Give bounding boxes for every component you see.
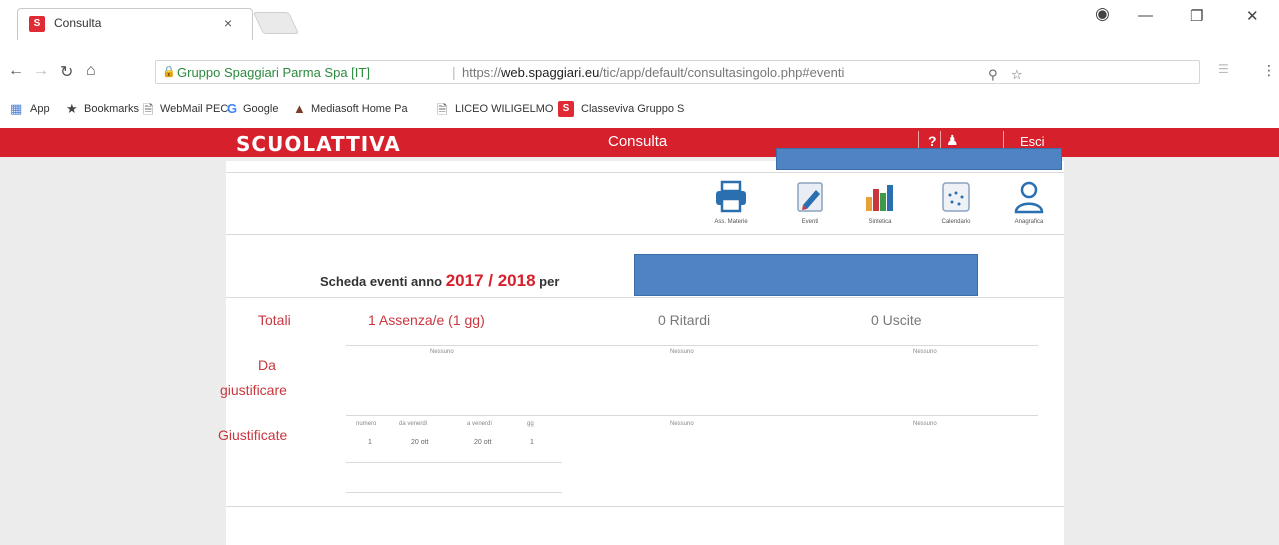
tab-title: Consulta <box>54 16 102 30</box>
page-icon: 🗎 <box>437 102 448 117</box>
bookmark-bookmarks[interactable]: Bookmarks <box>84 103 139 115</box>
da-giustificare-uscite: Nessuno <box>913 349 937 355</box>
url-bar[interactable]: 🔒 Gruppo Spaggiari Parma Spa [IT] | http… <box>155 60 1200 84</box>
giustificate-val-da: 20 ott <box>411 439 429 446</box>
scheda-heading: Scheda eventi anno 2017 / 2018 per <box>320 271 559 291</box>
close-window-icon[interactable]: ✕ <box>1246 7 1259 25</box>
bookmarks-bar: ▦ App ★ Bookmarks 🗎 WebMail PEC G Google… <box>0 96 1279 128</box>
giustificate-col-numero: numero <box>356 421 377 427</box>
bookmark-liceo[interactable]: LICEO WILIGELMO <box>455 103 553 115</box>
bookmark-mediasoft[interactable]: Mediasoft Home Pa <box>311 103 408 115</box>
back-icon[interactable]: ← <box>8 62 24 80</box>
printer-icon <box>713 179 749 215</box>
forward-icon[interactable]: → <box>33 62 49 80</box>
person-icon <box>1011 179 1047 215</box>
toolbar-button-calendario[interactable]: Calendario <box>929 177 983 237</box>
page-icon: 🗎 <box>143 102 154 117</box>
mediasoft-icon: ▲ <box>293 101 306 116</box>
scheda-suffix: per <box>539 274 560 289</box>
profile-icon[interactable]: ◉ <box>1095 4 1110 24</box>
content-background <box>0 157 1279 545</box>
totali-uscite: 0 Uscite <box>871 312 922 328</box>
address-toolbar: ← → ↻ ⌂ 🔒 Gruppo Spaggiari Parma Spa [IT… <box>0 56 1279 88</box>
redaction-block <box>776 148 1062 170</box>
giustificate-col-a: a venerdì <box>467 421 493 427</box>
da-giustificare-label: Da <box>258 357 276 373</box>
totali-assenze: 1 Assenza/e (1 gg) <box>368 312 485 328</box>
toolbar-button-ass-materie[interactable]: Ass. Materie <box>704 177 758 237</box>
app-header: SCUOLATTIVA Consulta ? ♟ Esci <box>0 128 1279 157</box>
toolbar-button-sintetica[interactable]: Sintetica <box>853 177 907 237</box>
home-icon[interactable]: ⌂ <box>86 62 96 80</box>
scheda-prefix: Scheda eventi anno <box>320 274 443 289</box>
giustificate-col-da: da venerdì <box>399 421 428 427</box>
giustificate-ritardi: Nessuno <box>670 421 694 427</box>
divider <box>346 492 562 493</box>
site-identity[interactable]: Gruppo Spaggiari Parma Spa [IT] <box>177 65 370 80</box>
divider <box>346 462 562 463</box>
classeviva-favicon-icon: S <box>29 16 45 32</box>
classeviva-icon: S <box>558 101 574 117</box>
toolbar-button-anagrafica[interactable]: Anagrafica <box>1002 177 1056 237</box>
bookmark-star-icon[interactable]: ☆ <box>1011 67 1023 83</box>
redaction-block <box>634 254 978 296</box>
toolbar-label: Anagrafica <box>1014 219 1044 225</box>
toolbar-label: Ass. Materie <box>714 219 748 225</box>
divider <box>346 415 1038 416</box>
bar-chart-icon <box>862 179 898 215</box>
bookmark-google[interactable]: Google <box>243 103 278 115</box>
apps-grid-icon: ▦ <box>10 101 23 116</box>
logout-button[interactable]: Esci <box>1020 134 1045 149</box>
url-separator: | <box>452 64 456 80</box>
toolbar-label: Sintetica <box>868 219 892 225</box>
divider <box>226 172 1064 173</box>
da-giustificare-assenze: Nessuno <box>430 349 454 355</box>
bookmark-webmail[interactable]: WebMail PEC <box>160 103 228 115</box>
giustificate-val-a: 20 ott <box>474 439 492 446</box>
extension-icon[interactable]: ☰ <box>1218 62 1229 76</box>
divider <box>226 506 1064 507</box>
browser-tab[interactable]: S Consulta × <box>17 8 253 40</box>
da-giustificare-ritardi: Nessuno <box>670 349 694 355</box>
totali-label: Totali <box>258 312 291 328</box>
zoom-icon[interactable]: ⚲ <box>988 67 998 83</box>
reload-icon[interactable]: ↻ <box>60 62 73 82</box>
giustificate-uscite: Nessuno <box>913 421 937 427</box>
star-icon: ★ <box>66 101 78 116</box>
giustificate-val-gg: 1 <box>530 439 534 446</box>
new-tab-button[interactable] <box>252 12 300 34</box>
giustificate-val-numero: 1 <box>368 439 372 446</box>
bookmark-app[interactable]: App <box>30 103 50 115</box>
giustificate-col-gg: gg <box>527 421 534 427</box>
giustificate-label: Giustificate <box>218 427 288 443</box>
calendar-icon <box>938 179 974 215</box>
scheda-year: 2017 / 2018 <box>445 271 536 290</box>
google-icon: G <box>227 101 238 116</box>
tab-close-icon[interactable]: × <box>224 15 232 31</box>
toolbar-label: Eventi <box>801 219 819 225</box>
browser-tab-bar: S Consulta × ◉ — ❐ ✕ <box>0 0 1279 40</box>
header-title: Consulta <box>608 133 668 150</box>
restore-icon[interactable]: ❐ <box>1190 7 1203 25</box>
lock-icon: 🔒 <box>162 66 176 78</box>
da-giustificare-label: giustificare <box>220 382 287 398</box>
divider <box>346 345 1038 346</box>
toolbar-button-eventi[interactable]: Eventi <box>783 177 837 237</box>
bookmark-classeviva[interactable]: Classeviva Gruppo S <box>581 103 684 115</box>
url-text[interactable]: https://web.spaggiari.eu/tic/app/default… <box>462 65 844 80</box>
menu-icon[interactable]: ⋮ <box>1262 62 1276 79</box>
divider <box>226 297 1064 298</box>
scuolattiva-logo: SCUOLATTIVA <box>236 132 401 156</box>
notepad-pencil-icon <box>792 179 828 215</box>
toolbar-label: Calendario <box>941 219 971 225</box>
user-icon[interactable]: ♟ <box>946 132 959 149</box>
help-button[interactable]: ? <box>928 133 937 149</box>
totali-ritardi: 0 Ritardi <box>658 312 711 328</box>
minimize-icon[interactable]: — <box>1138 7 1153 24</box>
